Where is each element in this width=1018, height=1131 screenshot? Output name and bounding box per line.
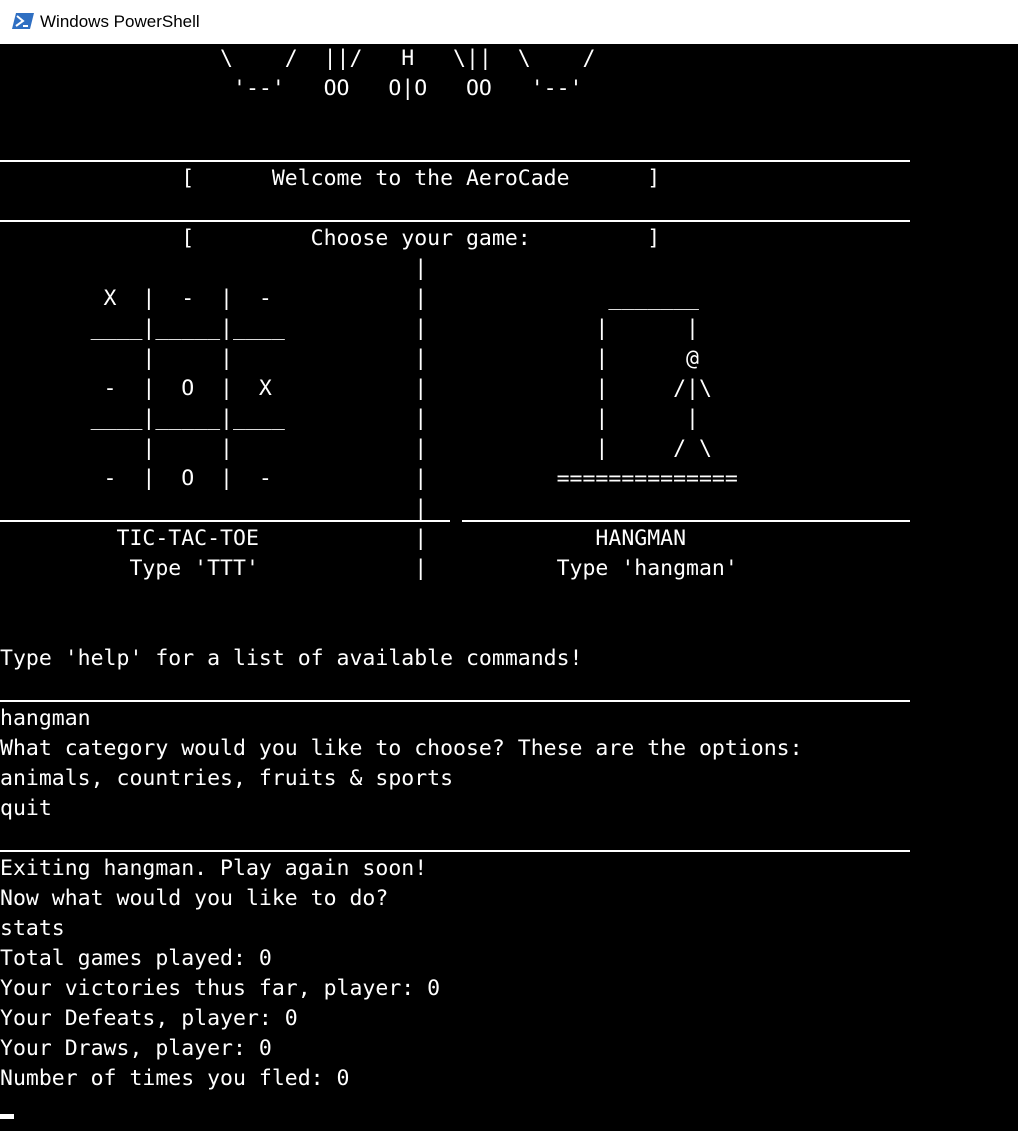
window-titlebar: Windows PowerShell: [0, 0, 1018, 44]
divider-session-2: [0, 850, 910, 852]
divider-session-1: [0, 700, 910, 702]
text-cursor: [0, 1114, 14, 1119]
choose-game-line: [ Choose your game: ]: [0, 226, 661, 251]
output-line: Exiting hangman. Play again soon!: [0, 856, 428, 881]
banner-art-line-1: \ / ||/ H \|| \ /: [0, 46, 596, 71]
output-line: Now what would you like to do?: [0, 886, 389, 911]
user-input-line: hangman: [0, 706, 91, 731]
divider-hangman-section: [462, 520, 910, 522]
stats-draws: Your Draws, player: 0: [0, 1036, 272, 1061]
welcome-line: [ Welcome to the AeroCade ]: [0, 166, 661, 191]
divider-ttt-section: [0, 520, 450, 522]
output-line: What category would you like to choose? …: [0, 736, 803, 761]
divider-top: [0, 160, 910, 162]
menu-art-line: |: [0, 256, 428, 281]
menu-art-line: ____|_____|____ | | |: [0, 406, 699, 431]
stats-fled: Number of times you fled: 0: [0, 1066, 350, 1091]
stats-defeats: Your Defeats, player: 0: [0, 1006, 298, 1031]
output-line: animals, countries, fruits & sports: [0, 766, 454, 791]
ttt-command-hint: Type 'TTT' | Type 'hangman': [0, 556, 738, 581]
powershell-icon: [12, 13, 34, 29]
menu-art-line: - | O | - | ==============: [0, 466, 738, 491]
stats-total-games: Total games played: 0: [0, 946, 272, 971]
ttt-title: TIC-TAC-TOE | HANGMAN: [0, 526, 687, 551]
menu-art-line: | | | | / \: [0, 436, 712, 461]
user-input-line: stats: [0, 916, 65, 941]
window-title: Windows PowerShell: [40, 12, 200, 31]
help-prompt: Type 'help' for a list of available comm…: [0, 646, 583, 671]
stats-victories: Your victories thus far, player: 0: [0, 976, 441, 1001]
console-area[interactable]: \ / ||/ H \|| \ / '--' OO O|O OO '--' [ …: [0, 44, 1018, 1131]
menu-art-line: ____|_____|____ | | |: [0, 316, 699, 341]
banner-art-line-2: '--' OO O|O OO '--': [0, 76, 583, 101]
menu-art-line: | | | | @: [0, 346, 699, 371]
user-input-line: quit: [0, 796, 52, 821]
divider-welcome: [0, 220, 910, 222]
menu-art-line: X | - | - | _______: [0, 286, 699, 311]
menu-art-line: - | O | X | | /|\: [0, 376, 712, 401]
